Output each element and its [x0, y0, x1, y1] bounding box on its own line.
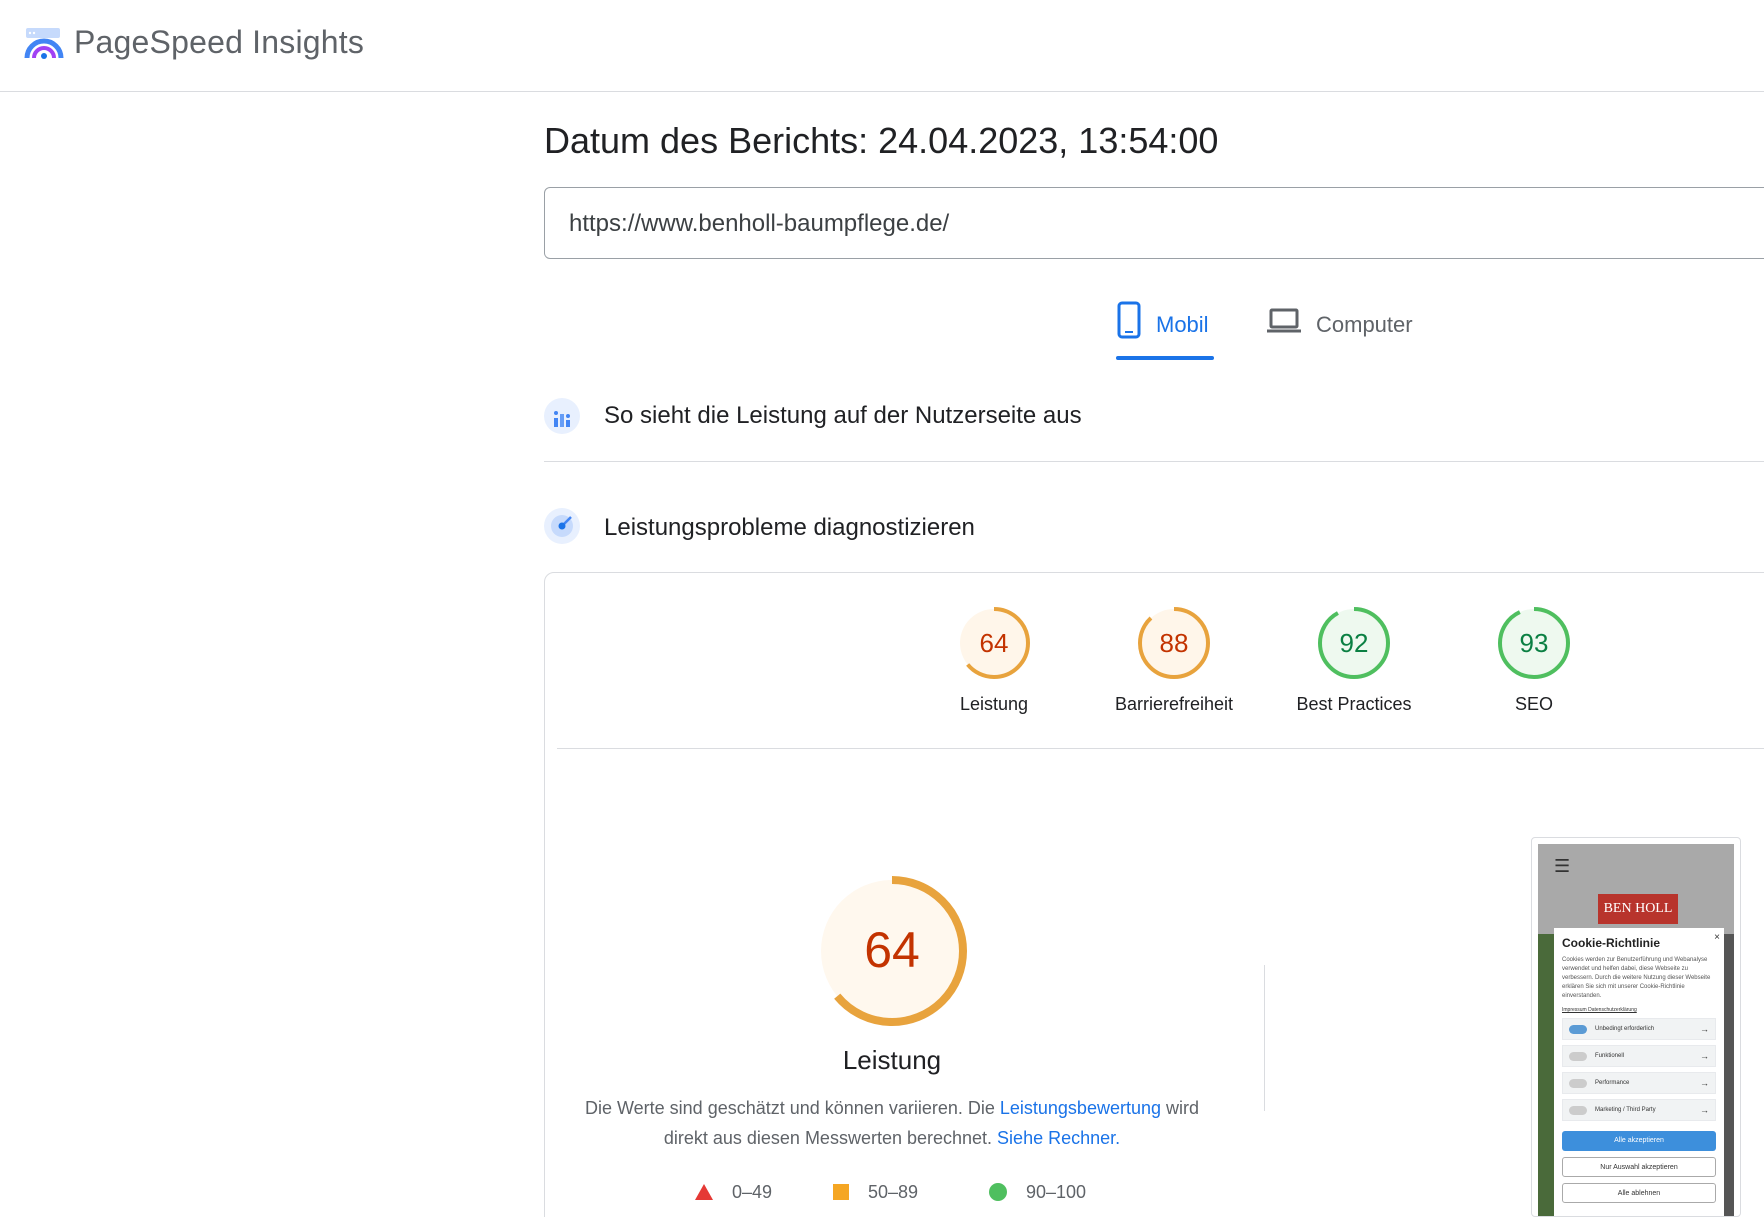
cookie-row: Marketing / Third Party → [1562, 1099, 1716, 1121]
screenshot-viewport: ☰ BEN HOLL Cookie-Richtlinie × Cookies w… [1538, 844, 1734, 1216]
cookie-row: Unbedingt erforderlich → [1562, 1018, 1716, 1040]
screenshot-header: ☰ BEN HOLL [1538, 844, 1734, 934]
tab-mobile[interactable]: Mobil [1116, 300, 1209, 360]
score-value: 92 [1340, 628, 1369, 658]
score-value: 93 [1520, 628, 1549, 658]
cookie-links: Impressum Datenschutzerklärung [1562, 1007, 1637, 1013]
url-input[interactable]: https://www.benholl-baumpflege.de/ [544, 187, 1764, 259]
top-bar: PageSpeed Insights [0, 0, 1764, 92]
close-icon: × [1714, 932, 1720, 943]
screenshot-logo: BEN HOLL [1598, 894, 1678, 924]
toggle-icon [1569, 1106, 1587, 1115]
tab-computer-label: Computer [1316, 312, 1413, 337]
hamburger-menu-icon: ☰ [1554, 856, 1571, 876]
arrow-right-icon: → [1700, 1051, 1709, 1061]
score-label: Leistung [959, 694, 1029, 714]
toggle-icon [1569, 1025, 1587, 1034]
legend-average: 50–89 [832, 1180, 918, 1204]
cookie-row-label: Performance [1595, 1080, 1630, 1086]
score-value: 64 [980, 628, 1009, 658]
square-icon [833, 1184, 849, 1200]
cookie-accept-all: Alle akzeptieren [1562, 1131, 1716, 1151]
cookie-accept-selection: Nur Auswahl akzeptieren [1562, 1157, 1716, 1177]
cookie-row: Performance → [1562, 1072, 1716, 1094]
circle-icon [989, 1183, 1007, 1201]
page-screenshot[interactable]: ☰ BEN HOLL Cookie-Richtlinie × Cookies w… [1531, 837, 1741, 1217]
cookie-row-label: Marketing / Third Party [1595, 1107, 1656, 1113]
section-field-data-title: So sieht die Leistung auf der Nutzerseit… [604, 402, 1082, 429]
performance-description: Die Werte sind geschätzt und können vari… [582, 1093, 1202, 1153]
card-divider [557, 748, 1764, 749]
legend-fail-range: 0–49 [732, 1181, 773, 1202]
triangle-icon [695, 1184, 713, 1200]
cookie-reject-all: Alle ablehnen [1562, 1183, 1716, 1203]
report-date: Datum des Berichts: 24.04.2023, 13:54:00 [544, 120, 1219, 161]
score-gauge[interactable]: 88 Barrierefreiheit [1104, 606, 1244, 715]
cookie-text: Cookies werden zur Benutzerführung und W… [1562, 957, 1711, 999]
cookie-row-label: Unbedingt erforderlich [1595, 1026, 1655, 1032]
score-value: 88 [1160, 628, 1189, 658]
section-diagnose-title: Leistungsprobleme diagnostizieren [604, 514, 975, 541]
score-gauge[interactable]: 92 Best Practices [1284, 606, 1424, 715]
link-leistungsbewertung[interactable]: Leistungsbewertung [1000, 1098, 1161, 1118]
score-label: Best Practices [1296, 694, 1412, 714]
score-ring: 88 [1138, 607, 1210, 679]
score-label: Barrierefreiheit [1114, 694, 1234, 714]
desc-text-1: Die Werte sind geschätzt und können vari… [584, 1098, 1000, 1118]
vertical-divider [1264, 965, 1265, 1111]
brand-title[interactable]: PageSpeed Insights [74, 24, 364, 61]
url-value: https://www.benholl-baumpflege.de/ [569, 210, 950, 237]
section-diagnose[interactable]: Leistungsprobleme diagnostizieren [544, 508, 1764, 548]
legend-pass-range: 90–100 [1026, 1181, 1087, 1202]
cookie-title: Cookie-Richtlinie [1562, 936, 1661, 950]
phone-icon [1117, 301, 1141, 339]
arrow-right-icon: → [1700, 1024, 1709, 1034]
legend-fail: 0–49 [694, 1180, 772, 1204]
legend-average-range: 50–89 [868, 1181, 919, 1202]
score-ring: 93 [1498, 607, 1570, 679]
tab-computer[interactable]: Computer [1266, 300, 1413, 360]
link-siehe-rechner[interactable]: Siehe Rechner. [997, 1128, 1120, 1148]
score-ring: 64 [958, 607, 1030, 679]
toggle-icon [1569, 1052, 1587, 1061]
toggle-icon [1569, 1079, 1587, 1088]
laptop-icon [1267, 308, 1301, 333]
legend-pass: 90–100 [988, 1180, 1086, 1204]
section-field-data[interactable]: So sieht die Leistung auf der Nutzerseit… [544, 398, 1764, 462]
performance-score-gauge[interactable]: 64 [815, 874, 969, 1028]
arrow-right-icon: → [1700, 1105, 1709, 1115]
tab-mobile-label: Mobil [1156, 312, 1209, 337]
score-label: SEO [1514, 694, 1553, 714]
lighthouse-icon [544, 508, 580, 544]
cookie-dialog: Cookie-Richtlinie × Cookies werden zur B… [1554, 928, 1724, 1216]
users-chart-icon [544, 398, 580, 434]
cookie-row: Funktionell → [1562, 1045, 1716, 1067]
tab-active-indicator [1116, 356, 1214, 360]
arrow-right-icon: → [1700, 1078, 1709, 1088]
score-ring: 92 [1318, 607, 1390, 679]
performance-label: Leistung [842, 1045, 942, 1075]
pagespeed-logo-icon[interactable] [24, 24, 64, 64]
score-gauge[interactable]: 93 SEO [1464, 606, 1604, 715]
cookie-row-label: Funktionell [1595, 1053, 1625, 1059]
performance-score-value: 64 [864, 922, 920, 978]
score-gauge[interactable]: 64 Leistung [924, 606, 1064, 715]
